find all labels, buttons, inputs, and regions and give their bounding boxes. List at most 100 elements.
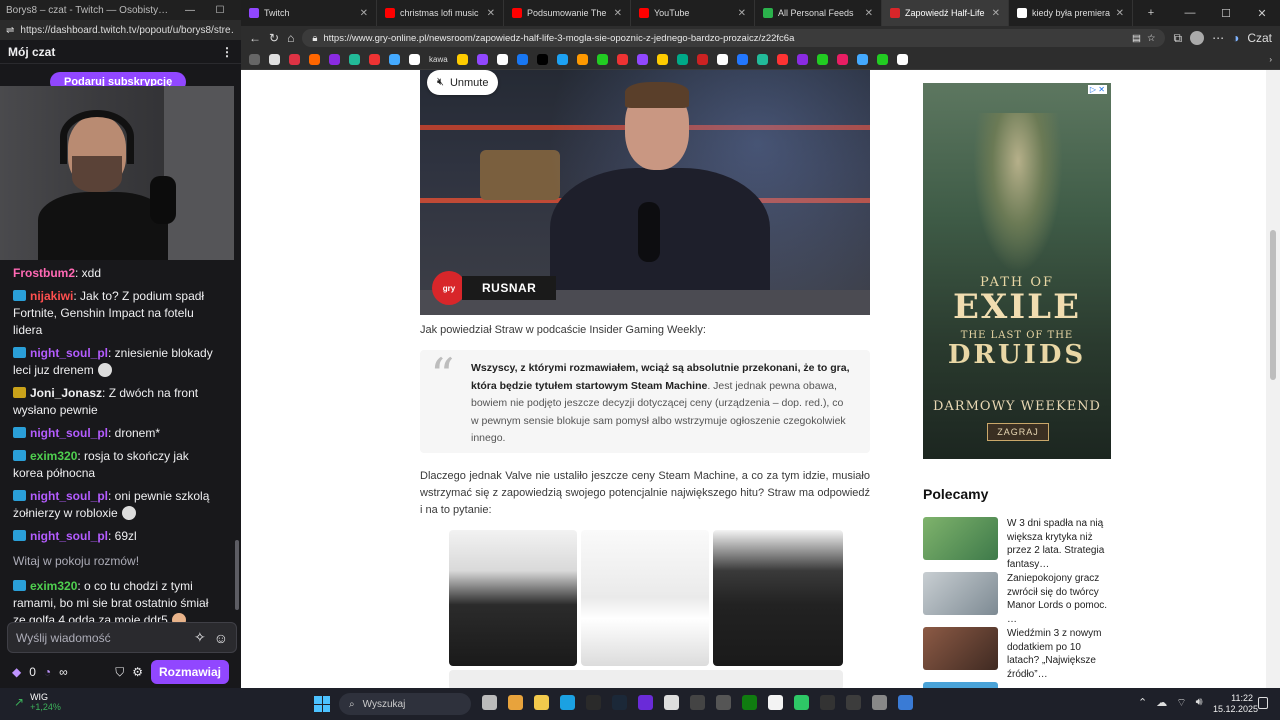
address-bar[interactable]: 🔒︎ https://www.gry-online.pl/newsroom/za… [302, 29, 1166, 47]
profile-avatar[interactable] [1190, 31, 1205, 45]
app-icon[interactable] [820, 695, 835, 710]
amazon-icon[interactable] [576, 54, 588, 65]
chat-username[interactable]: exim320 [30, 449, 77, 463]
lock-icon[interactable]: 🔒︎ [312, 33, 317, 44]
widgets-icon[interactable] [508, 695, 523, 710]
more-icon[interactable]: ⋯ [1212, 31, 1224, 45]
recommended-thumbnail[interactable] [923, 627, 998, 670]
app-icon[interactable] [872, 695, 887, 710]
tab-feeds[interactable]: All Personal Feeds ✕ [755, 0, 882, 26]
bookmark-kawa[interactable]: kawa [429, 55, 448, 64]
recommended-title[interactable]: W 3 dni spadła na nią większa krytyka ni… [1007, 517, 1113, 570]
chat-username[interactable]: Frostbum2 [13, 266, 75, 280]
maps-icon[interactable] [664, 695, 679, 710]
favorite-icon[interactable]: ☆ [1147, 33, 1156, 44]
recommended-title[interactable]: Zaniepokojony gracz zwrócił się do twórc… [1007, 572, 1113, 625]
emote-icon[interactable] [121, 506, 136, 520]
bookmark-icon[interactable] [389, 54, 400, 65]
tab-gry-online[interactable]: Zapowiedź Half-Life 3 mog… ✕ [882, 0, 1009, 26]
more-options-icon[interactable]: ⋮ [221, 45, 233, 59]
recommended-item[interactable]: Wiedźmin 3 z nowym dodatkiem po 10 latac… [923, 627, 1113, 680]
close-icon[interactable]: ✕ [1116, 8, 1124, 19]
bookmark-icon[interactable] [249, 54, 260, 65]
twitch-urlbar[interactable]: ⇌ https://dashboard.twitch.tv/popout/u/b… [0, 20, 241, 40]
close-icon[interactable]: ✕ [738, 8, 746, 19]
shield-icon[interactable]: ⛉ [115, 665, 124, 680]
bookmark-icon[interactable] [796, 54, 808, 65]
twitch-url[interactable]: https://dashboard.twitch.tv/popout/u/bor… [20, 25, 235, 36]
back-icon[interactable]: ← [249, 31, 261, 45]
chat-input[interactable]: Wyślij wiadomość ✧ ☺ [7, 622, 237, 653]
bookmark-icon[interactable] [409, 54, 420, 65]
cloud-icon[interactable]: ☁ [1156, 696, 1167, 710]
channel-points-icon[interactable]: ◔ [44, 665, 51, 679]
page-scrollbar[interactable] [1266, 70, 1280, 688]
bookmark-icon[interactable] [329, 54, 340, 65]
scrollbar-thumb[interactable] [1270, 230, 1276, 380]
extensions-icon[interactable]: ⧉ [1173, 31, 1182, 46]
app-icon[interactable] [638, 695, 653, 710]
bookmark-icon[interactable] [616, 54, 628, 65]
bookmark-icon[interactable] [596, 54, 608, 65]
chat-username[interactable]: night_soul_pl [30, 426, 108, 440]
chat-username[interactable]: night_soul_pl [30, 346, 108, 360]
recommended-thumbnail[interactable] [923, 517, 998, 560]
xbox-icon[interactable] [742, 695, 757, 710]
close-icon[interactable]: ✕ [865, 8, 873, 19]
unmute-button[interactable]: 🔇︎ Unmute [427, 70, 499, 95]
tray-chevron-icon[interactable]: ⌃ [1138, 696, 1147, 710]
bookmark-icon[interactable] [856, 54, 868, 65]
bookmark-icon[interactable] [476, 54, 488, 65]
recommended-thumbnail[interactable] [923, 572, 998, 615]
ad-choices-icon[interactable]: ▷ ✕ [1087, 85, 1107, 94]
bookmark-icon[interactable] [369, 54, 380, 65]
chat-username[interactable]: night_soul_pl [30, 489, 108, 503]
bookmark-icon[interactable] [349, 54, 360, 65]
close-icon[interactable]: ✕ [614, 8, 622, 19]
recommended-item[interactable]: W 3 dni spadła na nią większa krytyka ni… [923, 517, 1113, 570]
bookmark-icon[interactable] [876, 54, 888, 65]
recommended-item[interactable]: Zaniepokojony gracz zwrócił się do twórc… [923, 572, 1113, 625]
copilot-label[interactable]: Czat [1247, 31, 1272, 45]
bookmark-icon[interactable] [696, 54, 708, 65]
bookmark-icon[interactable] [269, 54, 280, 65]
bookmark-icon[interactable] [776, 54, 788, 65]
start-button[interactable] [314, 696, 330, 712]
bookmark-icon[interactable] [896, 54, 908, 65]
site-info-icon[interactable]: ⇌ [6, 25, 14, 36]
chat-username[interactable]: night_soul_pl [30, 529, 108, 543]
subscriber-badge-icon[interactable] [13, 490, 26, 501]
taskbar-search[interactable]: ⌕ Wyszukaj [339, 693, 471, 715]
clock[interactable]: 11:22 15.12.2025 [1213, 693, 1258, 715]
close-icon[interactable]: ✕ [360, 8, 368, 19]
edge-icon[interactable] [560, 695, 575, 710]
bookmark-icon[interactable] [636, 54, 648, 65]
bookmark-icon[interactable] [736, 54, 748, 65]
tab-youtube[interactable]: YouTube ✕ [631, 0, 755, 26]
bookmark-icon[interactable] [456, 54, 468, 65]
stock-widget[interactable]: ↗ WIG +1,24% [14, 692, 61, 712]
task-view-icon[interactable] [482, 695, 497, 710]
tab-search[interactable]: kiedy była premiera iRobot… ✕ [1009, 0, 1133, 26]
chat-username[interactable]: exim320 [30, 579, 77, 593]
subscriber-badge-icon[interactable] [13, 580, 26, 591]
subscriber-badge-icon[interactable] [13, 290, 26, 301]
recommended-title[interactable]: Wiedźmin 3 z nowym dodatkiem po 10 latac… [1007, 627, 1113, 680]
chat-username[interactable]: nijakiwi [30, 289, 73, 303]
close-icon[interactable]: ✕ [487, 8, 495, 19]
steam-icon[interactable] [612, 695, 627, 710]
bookmark-icon[interactable] [289, 54, 300, 65]
app-icon[interactable] [716, 695, 731, 710]
bookmark-icon[interactable] [496, 54, 508, 65]
bookmark-icon[interactable] [656, 54, 668, 65]
bookmarks-overflow-icon[interactable]: › [1269, 55, 1272, 64]
bookmark-icon[interactable] [556, 54, 568, 65]
subscriber-badge-icon[interactable] [13, 347, 26, 358]
bookmark-icon[interactable] [816, 54, 828, 65]
app-icon[interactable] [898, 695, 913, 710]
send-chat-button[interactable]: Rozmawiaj [150, 660, 229, 684]
tab-youtube-summary[interactable]: Podsumowanie The Game A… ✕ [504, 0, 631, 26]
wifi-icon[interactable]: ⌔ [1176, 696, 1186, 710]
tab-twitch[interactable]: Twitch ✕ [241, 0, 377, 26]
volume-icon[interactable]: 🔊︎ [1196, 696, 1203, 710]
